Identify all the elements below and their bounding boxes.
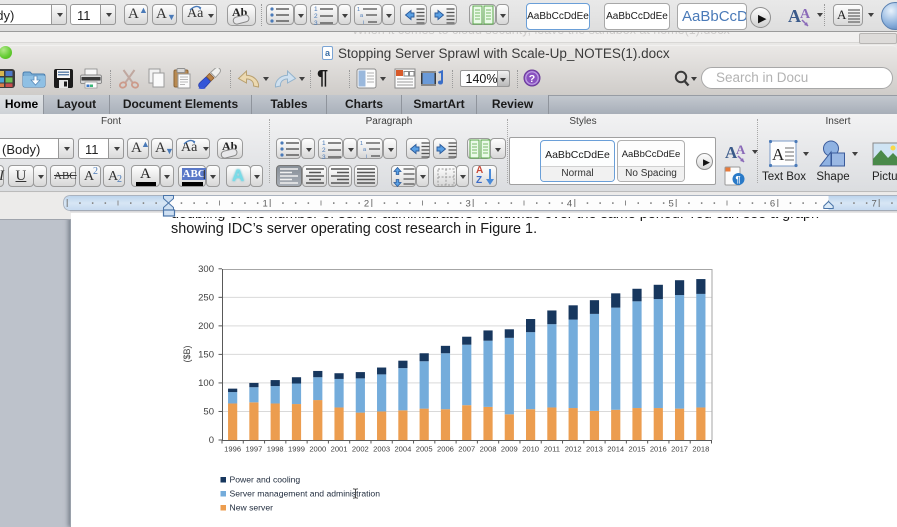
svg-text:2: 2 (314, 13, 318, 20)
svg-text:A: A (800, 7, 811, 22)
svg-text:2016: 2016 (650, 445, 667, 454)
svg-text:2: 2 (322, 147, 326, 154)
svg-text:a: a (363, 147, 367, 153)
svg-text:1996: 1996 (224, 445, 241, 454)
svg-text:2018: 2018 (692, 445, 709, 454)
svg-text:2014: 2014 (607, 445, 624, 454)
svg-text:4: 4 (567, 199, 572, 210)
svg-text:2009: 2009 (501, 445, 518, 454)
svg-text:250: 250 (198, 293, 214, 304)
svg-text:2005: 2005 (416, 445, 433, 454)
svg-text:Power and cooling: Power and cooling (230, 474, 301, 484)
svg-text:($B): ($B) (182, 345, 192, 362)
svg-text:2003: 2003 (373, 445, 390, 454)
svg-text:2: 2 (364, 199, 369, 210)
svg-text:3: 3 (322, 154, 326, 159)
svg-text:?: ? (529, 73, 535, 85)
svg-text:150: 150 (198, 350, 214, 361)
svg-text:2006: 2006 (437, 445, 454, 454)
svg-text:1998: 1998 (267, 445, 284, 454)
svg-text:2013: 2013 (586, 445, 603, 454)
svg-text:i: i (363, 20, 364, 25)
svg-text:A: A (772, 145, 785, 164)
svg-text:300: 300 (198, 264, 214, 275)
svg-text:1997: 1997 (245, 445, 262, 454)
svg-text:a: a (360, 13, 364, 19)
svg-text:2002: 2002 (352, 445, 369, 454)
svg-text:2011: 2011 (544, 445, 560, 454)
svg-text:0: 0 (209, 435, 214, 446)
svg-text:2008: 2008 (480, 445, 497, 454)
svg-text:2007: 2007 (458, 445, 475, 454)
svg-text:New server: New server (230, 502, 274, 512)
svg-text:2017: 2017 (671, 445, 688, 454)
svg-text:1: 1 (263, 199, 268, 210)
svg-text:2010: 2010 (522, 445, 539, 454)
svg-text:7: 7 (872, 199, 877, 210)
svg-text:2001: 2001 (331, 445, 348, 454)
svg-text:1: 1 (322, 140, 326, 147)
svg-text:100: 100 (198, 378, 214, 389)
svg-text:50: 50 (203, 407, 214, 418)
svg-text:2000: 2000 (309, 445, 326, 454)
svg-text:5: 5 (669, 199, 674, 210)
svg-text:A: A (736, 142, 746, 157)
svg-text:1: 1 (314, 6, 318, 13)
svg-text:200: 200 (198, 321, 214, 332)
svg-text:2004: 2004 (394, 445, 411, 454)
svg-text:i: i (366, 154, 367, 159)
svg-text:1999: 1999 (288, 445, 305, 454)
svg-text:2015: 2015 (629, 445, 646, 454)
svg-text:3: 3 (314, 20, 318, 25)
svg-text:¶: ¶ (736, 175, 741, 185)
svg-text:3: 3 (466, 199, 471, 210)
svg-text:2012: 2012 (565, 445, 582, 454)
svg-text:6: 6 (770, 199, 775, 210)
